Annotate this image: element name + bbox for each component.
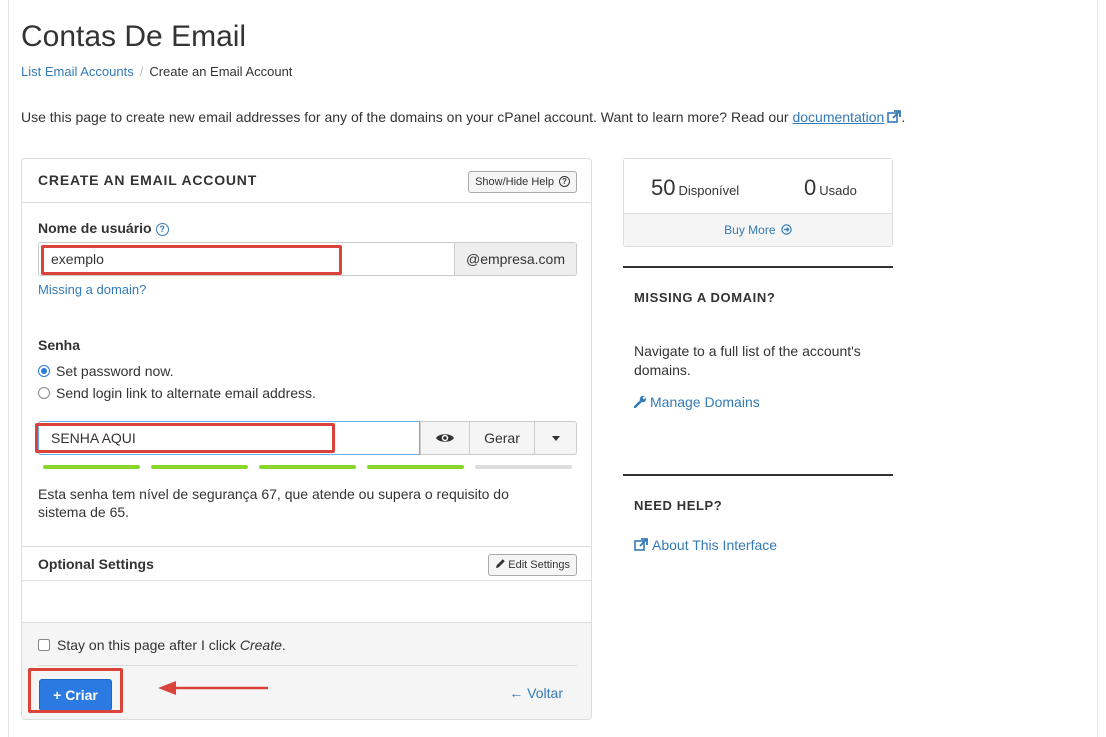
available-quota: 50 Disponível <box>651 175 739 201</box>
password-strength-text: Esta senha tem nível de segurança 67, qu… <box>38 486 509 520</box>
help-circle-icon: ? <box>559 176 570 187</box>
caret-down-icon <box>551 436 560 441</box>
form-footer: Stay on this page after I click Create. … <box>22 622 591 719</box>
edit-settings-button[interactable]: Edit Settings <box>488 554 577 576</box>
create-button[interactable]: + Criar <box>39 679 112 711</box>
available-count: 50 <box>651 175 676 200</box>
breadcrumb-separator: / <box>139 64 144 79</box>
radio-send-login-link[interactable]: Send login link to alternate email addre… <box>38 385 316 401</box>
need-help-heading: NEED HELP? <box>634 498 723 513</box>
email-quota-panel: 50 Disponível 0 Usado Buy More <box>623 158 893 247</box>
password-input[interactable]: SENHA AQUI <box>38 421 420 455</box>
wrench-icon <box>633 395 647 409</box>
radio-set-password-label: Set password now. <box>56 363 174 379</box>
username-input-group: exemplo @empresa.com <box>38 242 577 276</box>
help-circle-icon[interactable]: ? <box>155 223 169 236</box>
strength-segment <box>43 465 140 469</box>
page-left-border <box>8 0 9 737</box>
quota-counts: 50 Disponível 0 Usado <box>624 159 892 214</box>
stay-on-page-checkbox[interactable] <box>38 639 50 651</box>
show-hide-help-button[interactable]: Show/Hide Help ? <box>468 171 577 193</box>
buy-more-label: Buy More <box>724 223 776 237</box>
radio-unselected-icon[interactable] <box>38 387 50 399</box>
page-title: Contas De Email <box>21 20 247 53</box>
stay-on-page-label: Stay on this page after I click <box>57 637 236 653</box>
radio-selected-icon[interactable] <box>38 365 50 377</box>
sidebar-divider <box>623 266 893 268</box>
strength-segment <box>151 465 248 469</box>
panel-title: CREATE AN EMAIL ACCOUNT <box>38 172 258 188</box>
back-link[interactable]: ← Voltar <box>509 685 563 701</box>
intro-sentence: Use this page to create new email addres… <box>21 109 789 125</box>
radio-send-link-label: Send login link to alternate email addre… <box>56 385 316 401</box>
strength-segment <box>475 465 572 469</box>
page: Contas De Email List Email Accounts / Crea… <box>0 0 1106 737</box>
missing-domain-link[interactable]: Missing a domain? <box>38 282 146 297</box>
circle-arrow-right-icon <box>781 224 792 235</box>
username-label: Nome de usuário? <box>38 220 169 236</box>
sidebar-divider <box>623 474 893 476</box>
stay-on-page-option[interactable]: Stay on this page after I click Create. <box>38 637 286 653</box>
edit-settings-label: Edit Settings <box>508 559 570 571</box>
about-interface-link[interactable]: About This Interface <box>634 537 777 553</box>
breadcrumb-current: Create an Email Account <box>149 64 293 79</box>
strength-segment <box>259 465 356 469</box>
footer-divider <box>38 665 577 666</box>
pointer-arrow-icon <box>158 681 268 695</box>
domain-addon[interactable]: @empresa.com <box>454 243 576 275</box>
username-label-text: Nome de usuário <box>38 220 152 236</box>
used-label: Usado <box>819 183 857 198</box>
used-count: 0 <box>804 175 817 200</box>
strength-segment <box>367 465 464 469</box>
intro-end: . <box>901 109 906 125</box>
optional-settings-header: Optional Settings Edit Settings <box>22 546 591 581</box>
panel-header: CREATE AN EMAIL ACCOUNT Show/Hide Help ? <box>22 159 591 203</box>
stay-on-page-end: . <box>281 637 286 653</box>
available-label: Disponível <box>678 183 740 198</box>
missing-domain-heading: MISSING A DOMAIN? <box>634 290 776 305</box>
username-input[interactable]: exemplo <box>39 243 455 275</box>
password-label: Senha <box>38 337 81 353</box>
pencil-icon <box>496 559 506 568</box>
documentation-link[interactable]: documentation <box>792 109 884 125</box>
optional-settings-title: Optional Settings <box>38 556 154 572</box>
used-quota: 0 Usado <box>804 175 857 201</box>
external-link-icon[interactable] <box>887 110 902 124</box>
about-interface-label: About This Interface <box>652 537 778 553</box>
missing-domain-text: Navigate to a full list of the account's… <box>634 343 861 378</box>
show-password-button[interactable] <box>420 421 470 455</box>
external-link-icon <box>634 538 648 551</box>
password-input-group: SENHA AQUI Gerar <box>38 421 577 455</box>
breadcrumb-list-email-accounts[interactable]: List Email Accounts <box>21 64 134 79</box>
generate-password-button[interactable]: Gerar <box>469 421 535 455</box>
stay-on-page-create-word: Create <box>239 637 282 653</box>
breadcrumb: List Email Accounts / Create an Email Acco… <box>21 64 292 79</box>
buy-more-link[interactable]: Buy More <box>624 214 892 246</box>
generate-options-dropdown[interactable] <box>534 421 577 455</box>
radio-set-password[interactable]: Set password now. <box>38 363 174 379</box>
intro-text: Use this page to create new email addres… <box>21 109 905 125</box>
eye-icon <box>436 434 454 442</box>
show-hide-help-label: Show/Hide Help <box>475 176 554 188</box>
page-right-border <box>1097 0 1098 737</box>
create-email-panel: CREATE AN EMAIL ACCOUNT Show/Hide Help ?… <box>21 158 592 720</box>
manage-domains-link[interactable]: Manage Domains <box>633 394 760 410</box>
manage-domains-label: Manage Domains <box>650 394 760 410</box>
